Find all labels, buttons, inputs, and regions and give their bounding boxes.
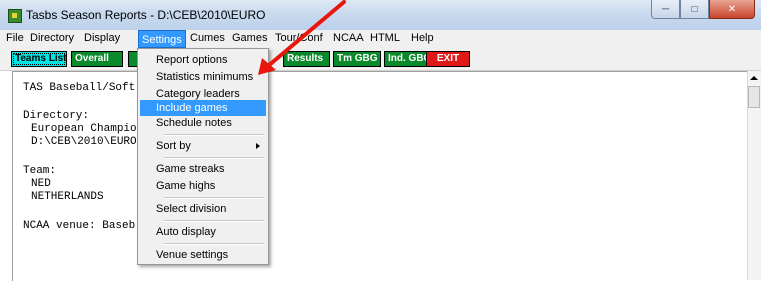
team-code: NED <box>31 178 51 190</box>
overall-button[interactable]: Overall <box>71 51 123 67</box>
ncaa-venue: NCAA venue: Baseb <box>23 220 136 232</box>
menu-item-include-games[interactable]: Include games <box>140 100 266 116</box>
title-bar: Tasbs Season Reports - D:\CEB\2010\EURO … <box>0 0 761 30</box>
menu-separator <box>164 197 264 199</box>
directory-path: D:\CEB\2010\EURO <box>31 136 137 148</box>
minimize-icon[interactable]: ─ <box>651 0 680 19</box>
report-heading: TAS Baseball/Soft <box>23 82 136 94</box>
submenu-arrow-icon <box>256 143 260 149</box>
settings-dropdown-menu: Report options Statistics minimums Categ… <box>137 48 269 265</box>
menu-item-select-division[interactable]: Select division <box>140 201 266 217</box>
menu-file[interactable]: File <box>6 32 24 44</box>
menu-item-sort-by[interactable]: Sort by <box>140 138 266 154</box>
scroll-thumb[interactable] <box>748 86 760 108</box>
menu-directory[interactable]: Directory <box>30 32 74 44</box>
exit-button[interactable]: EXIT <box>426 51 470 67</box>
toolbar: Teams List Overall Results Tm GBG Ind. G… <box>0 48 761 71</box>
window-controls: ─ □ ✕ <box>651 0 755 20</box>
results-button[interactable]: Results <box>283 51 330 67</box>
teams-list-button[interactable]: Teams List <box>11 51 67 67</box>
menu-separator <box>164 134 264 136</box>
app-window: Tasbs Season Reports - D:\CEB\2010\EURO … <box>0 0 761 281</box>
menu-ncaa[interactable]: NCAA <box>333 32 364 44</box>
menu-item-schedule-notes[interactable]: Schedule notes <box>140 115 266 131</box>
menu-item-game-highs[interactable]: Game highs <box>140 178 266 194</box>
menu-separator <box>164 220 264 222</box>
menu-games[interactable]: Games <box>232 32 267 44</box>
app-icon <box>8 9 22 23</box>
sort-by-label: Sort by <box>156 140 191 152</box>
menu-bar: File Directory Display Settings Cumes Ga… <box>0 30 761 48</box>
menu-separator <box>164 243 264 245</box>
menu-item-report-options[interactable]: Report options <box>140 52 266 68</box>
menu-tour-conf[interactable]: Tour/Conf <box>275 32 323 44</box>
team-name: NETHERLANDS <box>31 191 104 203</box>
team-label: Team: <box>23 165 57 177</box>
close-icon[interactable]: ✕ <box>709 0 755 19</box>
tm-gbg-button[interactable]: Tm GBG <box>333 51 381 67</box>
menu-separator <box>164 157 264 159</box>
menu-item-venue-settings[interactable]: Venue settings <box>140 247 266 263</box>
report-content: TAS Baseball/Soft Directory: European Ch… <box>12 71 749 281</box>
directory-name: European Champio <box>31 123 137 135</box>
window-title: Tasbs Season Reports - D:\CEB\2010\EURO <box>26 8 266 22</box>
menu-item-game-streaks[interactable]: Game streaks <box>140 161 266 177</box>
maximize-icon[interactable]: □ <box>680 0 709 19</box>
menu-item-statistics-minimums[interactable]: Statistics minimums <box>140 69 266 85</box>
directory-label: Directory: <box>23 110 90 122</box>
scroll-up-icon[interactable] <box>750 76 758 80</box>
menu-item-auto-display[interactable]: Auto display <box>140 224 266 240</box>
menu-display[interactable]: Display <box>84 32 120 44</box>
menu-settings[interactable]: Settings <box>138 30 186 48</box>
menu-html[interactable]: HTML <box>370 32 400 44</box>
menu-cumes[interactable]: Cumes <box>190 32 225 44</box>
menu-help[interactable]: Help <box>411 32 434 44</box>
